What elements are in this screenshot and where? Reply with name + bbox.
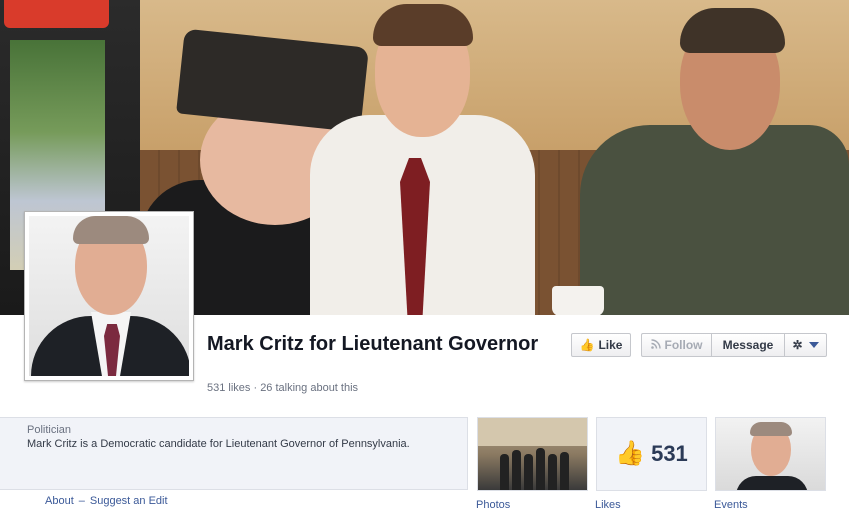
page-stats: 531 likes · 26 talking about this bbox=[207, 382, 359, 394]
settings-dropdown-button[interactable]: ✲ bbox=[784, 333, 827, 357]
cover-cup bbox=[552, 286, 604, 315]
photos-thumb-person bbox=[548, 454, 557, 490]
cover-veteran2-body bbox=[580, 125, 849, 315]
like-button[interactable]: 👍 Like bbox=[571, 333, 631, 357]
photos-tile[interactable] bbox=[477, 417, 588, 491]
like-button-label: Like bbox=[598, 338, 623, 352]
photos-thumb-person bbox=[512, 450, 521, 490]
page-actions-group: Follow Message ✲ bbox=[641, 333, 827, 357]
suggest-edit-link[interactable]: Suggest an Edit bbox=[90, 495, 168, 507]
page-description: Mark Critz is a Democratic candidate for… bbox=[27, 438, 410, 450]
likes-tile[interactable]: 👍 531 bbox=[596, 417, 707, 491]
message-button[interactable]: Message bbox=[711, 333, 784, 357]
cover-candidate-hair bbox=[373, 4, 473, 46]
about-link[interactable]: About bbox=[45, 495, 74, 507]
follow-button-label: Follow bbox=[664, 338, 703, 352]
likes-tab-label[interactable]: Likes bbox=[595, 499, 621, 511]
events-thumb-hair bbox=[750, 422, 792, 436]
profile-hair bbox=[73, 216, 149, 244]
link-separator: – bbox=[78, 495, 85, 507]
thumbs-up-icon: 👍 bbox=[615, 440, 646, 467]
events-thumb-suit bbox=[736, 476, 808, 490]
profile-picture-image bbox=[29, 216, 189, 376]
profile-picture[interactable] bbox=[24, 211, 194, 381]
cover-veteran2-hair bbox=[680, 8, 785, 53]
photos-thumb-person bbox=[524, 454, 533, 490]
thumbs-up-icon: 👍 bbox=[579, 338, 595, 352]
photos-thumb-person bbox=[536, 448, 545, 490]
gear-icon: ✲ bbox=[792, 338, 803, 352]
photos-tab-label[interactable]: Photos bbox=[476, 499, 510, 511]
follow-button[interactable]: Follow bbox=[641, 333, 711, 357]
photos-thumb-wall bbox=[478, 418, 587, 446]
cover-arcade-sign bbox=[4, 0, 109, 28]
events-tile[interactable] bbox=[715, 417, 826, 491]
page-title: Mark Critz for Lieutenant Governor bbox=[207, 333, 539, 355]
events-tab-label[interactable]: Events bbox=[714, 499, 748, 511]
rss-icon bbox=[650, 339, 661, 351]
photos-thumb-person bbox=[560, 452, 569, 490]
about-links: About – Suggest an Edit bbox=[45, 495, 168, 507]
page-category: Politician bbox=[27, 424, 72, 436]
photos-thumb-person bbox=[500, 454, 509, 490]
caret-down-icon bbox=[808, 342, 819, 348]
about-box: Politician Mark Critz is a Democratic ca… bbox=[0, 417, 468, 490]
likes-count: 531 bbox=[651, 441, 688, 466]
